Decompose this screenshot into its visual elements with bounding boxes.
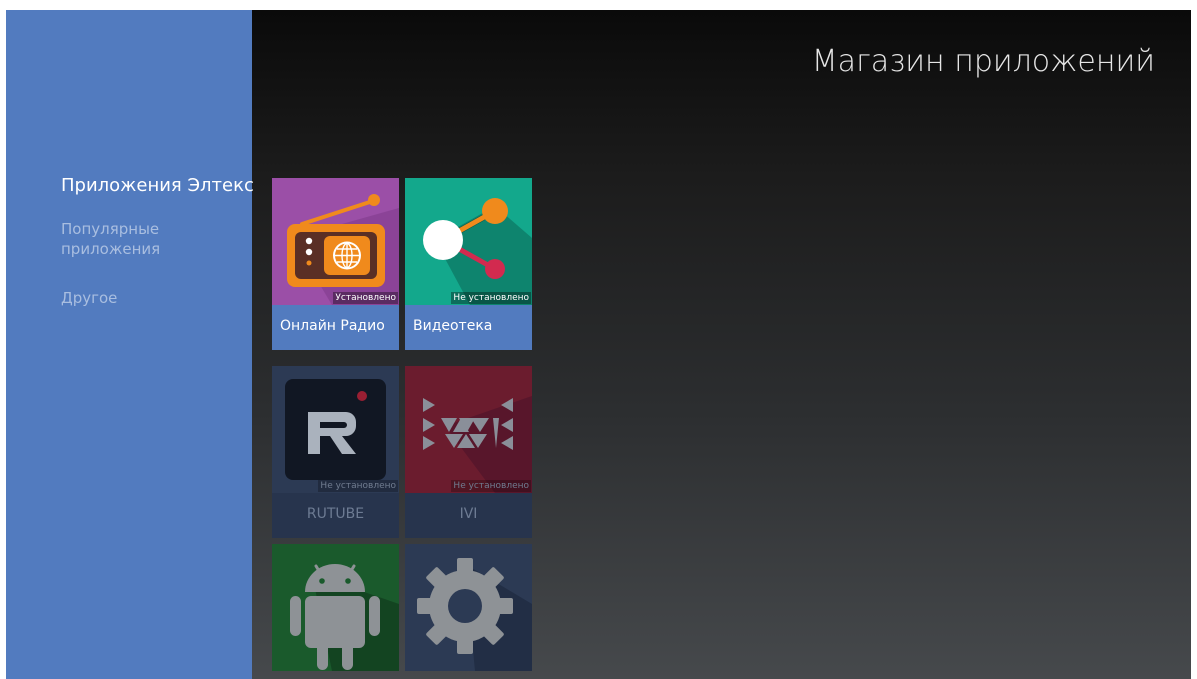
app-tile-art — [405, 544, 532, 671]
app-tile-settings[interactable] — [405, 544, 532, 679]
app-tile-art: Установлено — [272, 178, 399, 305]
install-status-badge: Установлено — [333, 292, 398, 304]
app-tile-label: RUTUBE — [272, 493, 399, 538]
radio-icon — [287, 194, 399, 305]
app-tile-label: Видеотека — [405, 305, 532, 350]
ivi-logo — [423, 396, 532, 493]
gear-icon — [417, 558, 532, 671]
sidebar-item-eltex-apps[interactable]: Приложения Элтекс — [61, 176, 254, 196]
app-tile-art — [272, 544, 399, 671]
app-store-screen: Приложения Элтекс Популярные приложения … — [6, 10, 1191, 679]
rutube-logo — [285, 379, 386, 480]
install-status-badge: Не установлено — [451, 480, 531, 492]
app-tile-videoteka[interactable]: Не установлено Видеотека — [405, 178, 532, 350]
install-status-badge: Не установлено — [318, 480, 398, 492]
install-status-badge: Не установлено — [451, 292, 531, 304]
page-title: Магазин приложений — [811, 44, 1155, 79]
sidebar-item-popular-apps[interactable]: Популярные приложения — [61, 219, 191, 259]
android-icon — [290, 564, 399, 671]
sidebar-item-other[interactable]: Другое — [61, 288, 251, 308]
app-tile-online-radio[interactable]: Установлено Онлайн Радио — [272, 178, 399, 350]
app-tile-label: IVI — [405, 493, 532, 538]
app-tile-label: Онлайн Радио — [272, 305, 399, 350]
app-tile-art: Не установлено — [405, 366, 532, 493]
app-tile-art: Не установлено — [272, 366, 399, 493]
app-tile-android[interactable] — [272, 544, 399, 679]
sidebar: Приложения Элтекс Популярные приложения … — [6, 10, 254, 679]
app-tile-ivi[interactable]: Не установлено IVI — [405, 366, 532, 538]
app-tile-rutube[interactable]: Не установлено RUTUBE — [272, 366, 399, 538]
share-icon — [423, 198, 532, 305]
app-tile-art: Не установлено — [405, 178, 532, 305]
